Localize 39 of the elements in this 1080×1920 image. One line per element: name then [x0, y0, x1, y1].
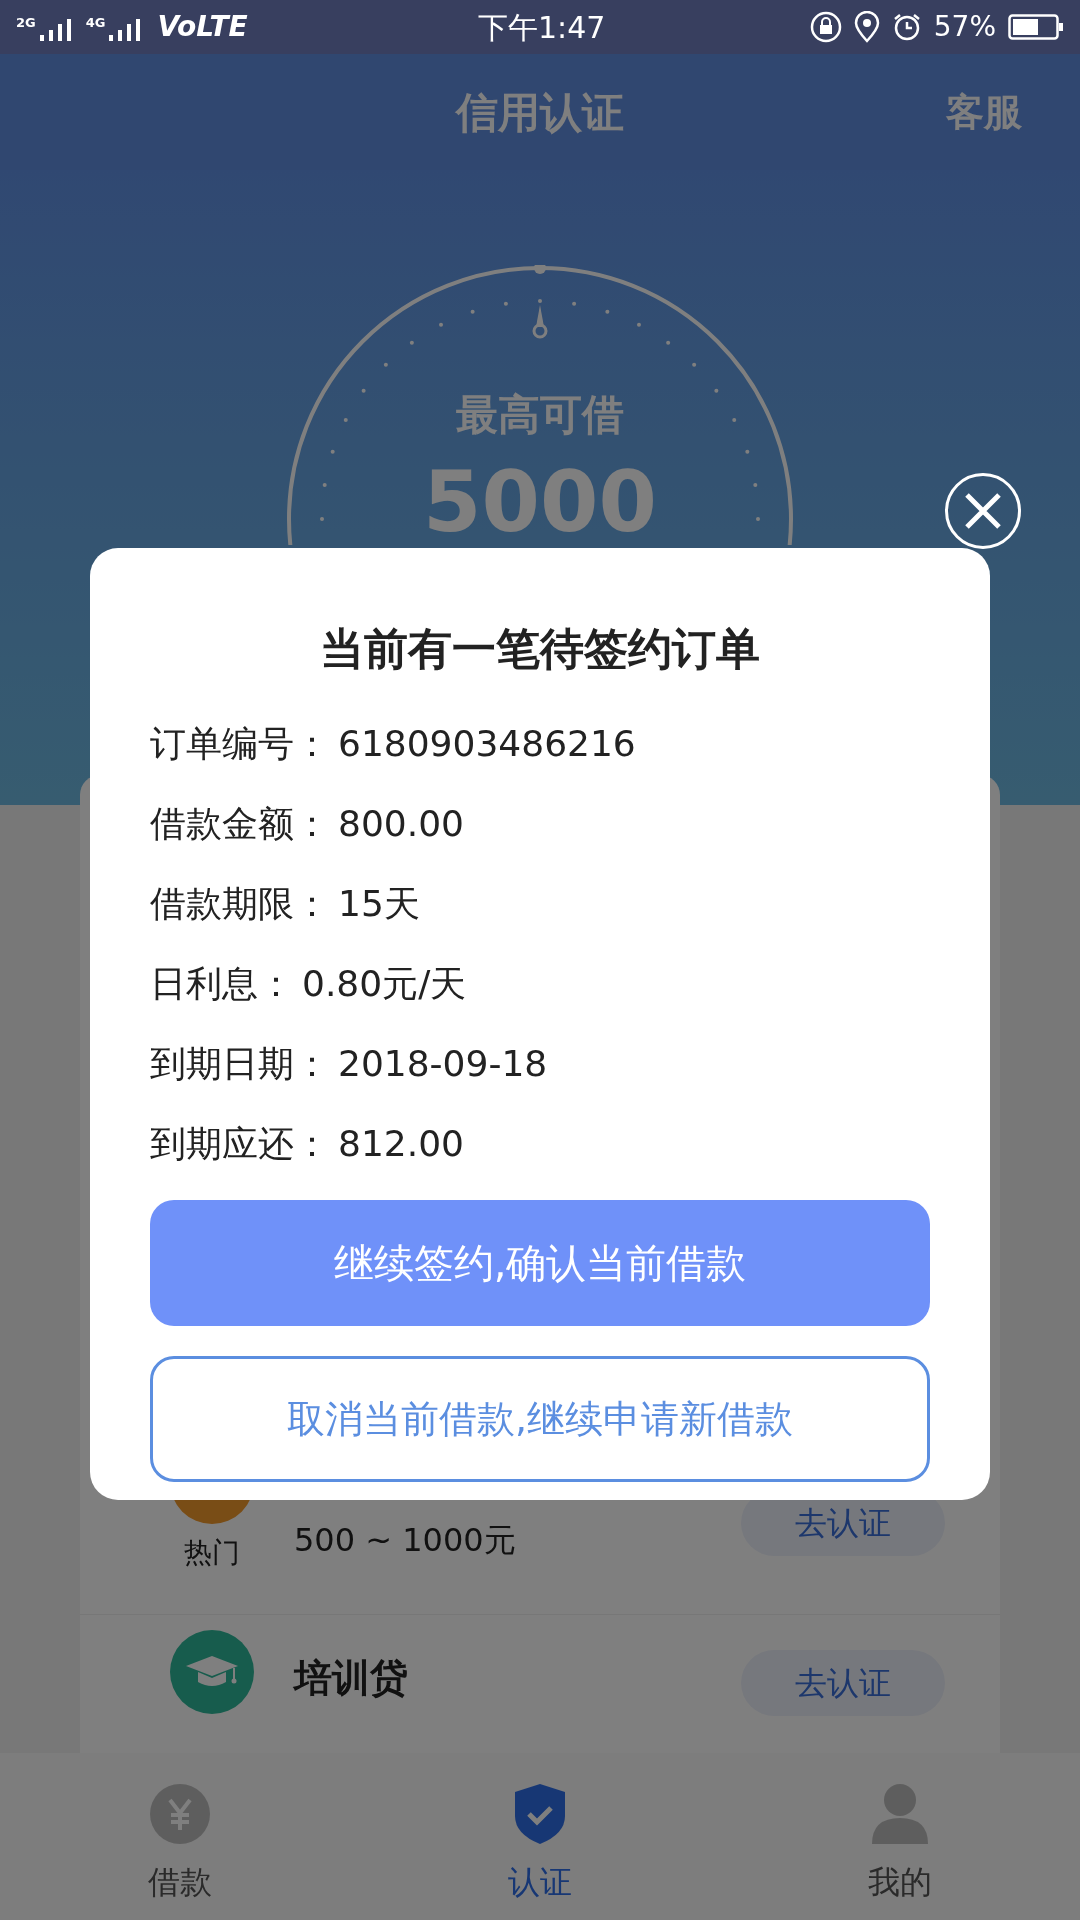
- field-value: 2018-09-18: [338, 1042, 548, 1086]
- field-label: 日利息：: [150, 962, 294, 1006]
- network-type: 2G: [16, 14, 36, 32]
- tab-item[interactable]: 认证: [360, 1753, 720, 1920]
- close-icon: [963, 491, 1003, 531]
- carrier-label: VoLTE: [157, 13, 248, 41]
- graduation-cap-icon: [170, 1630, 254, 1714]
- field-value: 6180903486216: [338, 722, 636, 766]
- field-value: 15天: [338, 882, 420, 926]
- field-label: 订单编号：: [150, 722, 330, 766]
- battery-icon: [1008, 14, 1064, 40]
- dialog-title: 当前有一笔待签约订单: [319, 622, 761, 676]
- shield-check-icon: [515, 1784, 565, 1844]
- field-label: 借款期限：: [150, 882, 330, 926]
- field-value: 0.80元/天: [302, 962, 467, 1006]
- field-value: 812.00: [338, 1122, 464, 1166]
- page-title: 信用认证: [456, 86, 624, 139]
- max-loan-amount: 5000: [423, 460, 657, 544]
- person-icon: [872, 1784, 928, 1844]
- verify-button[interactable]: 去认证: [741, 1650, 945, 1716]
- field-label: 到期应还：: [150, 1122, 330, 1166]
- confirm-button[interactable]: 继续签约,确认当前借款: [150, 1200, 930, 1326]
- field-label: 到期日期：: [150, 1042, 330, 1086]
- hot-tag: 热门: [184, 1532, 240, 1574]
- network-type: 4G: [85, 14, 106, 32]
- product-title: 培训贷: [294, 1655, 409, 1702]
- battery-percent: 57%: [933, 9, 996, 45]
- field-label: 借款金额：: [150, 802, 330, 846]
- max-loan-label: 最高可借: [456, 389, 624, 441]
- cancel-button[interactable]: 取消当前借款,继续申请新借款: [150, 1356, 930, 1482]
- location-icon: [853, 11, 880, 43]
- rotation-lock-icon: [809, 11, 842, 43]
- tab-item[interactable]: 借款: [0, 1753, 360, 1920]
- amount-range: 500 ~ 1000元: [294, 1520, 517, 1561]
- clock: 下午1:47: [478, 8, 606, 47]
- customer-service-link[interactable]: 客服: [946, 83, 1022, 141]
- field-value: 800.00: [338, 802, 464, 846]
- tab-item[interactable]: 我的: [720, 1753, 1080, 1920]
- yuan-icon: [150, 1784, 210, 1844]
